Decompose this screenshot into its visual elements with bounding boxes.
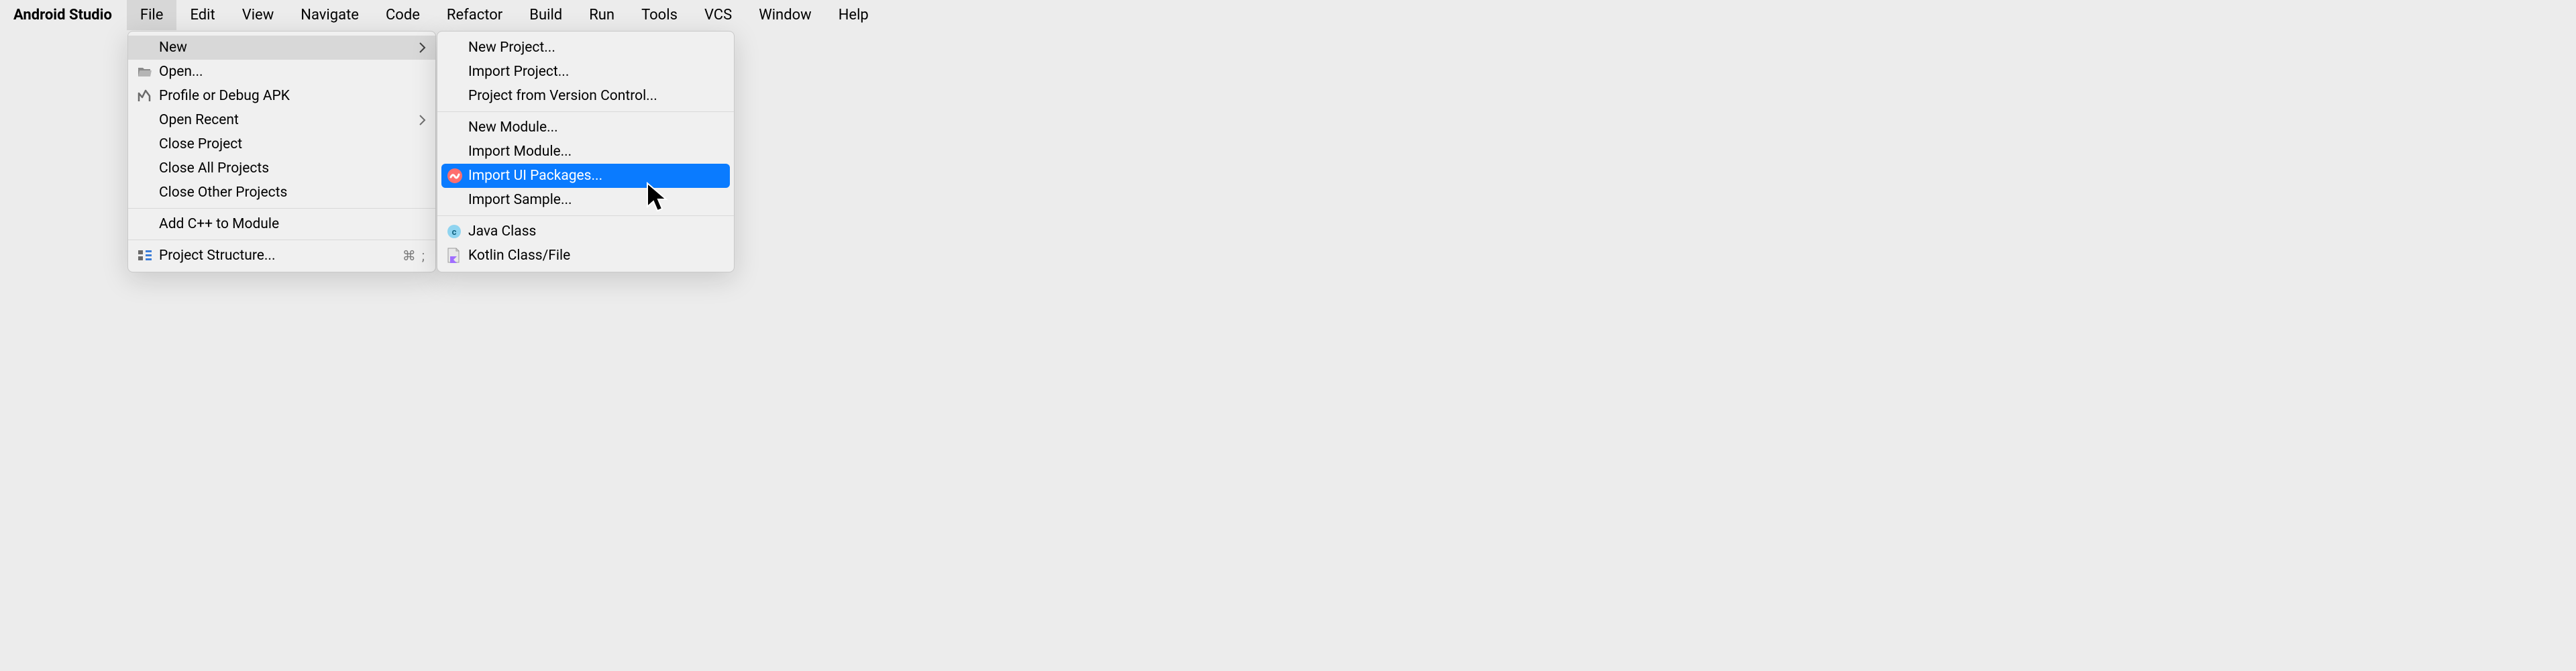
app-name: Android Studio — [10, 7, 127, 23]
new-menu-import-project[interactable]: Import Project... — [437, 60, 734, 84]
menu-item-label: Import Sample... — [468, 192, 724, 208]
menu-separator — [437, 111, 734, 112]
menu-navigate[interactable]: Navigate — [287, 0, 372, 30]
menu-edit[interactable]: Edit — [176, 0, 228, 30]
menu-tools[interactable]: Tools — [628, 0, 691, 30]
menu-item-label: Profile or Debug APK — [159, 88, 426, 104]
menu-item-label: Open... — [159, 64, 426, 80]
file-menu-open[interactable]: Open... — [128, 60, 435, 84]
menu-item-label: New Module... — [468, 119, 724, 136]
new-menu-import-module[interactable]: Import Module... — [437, 140, 734, 164]
chevron-right-icon — [419, 115, 426, 125]
menu-item-label: Close Other Projects — [159, 185, 426, 201]
folder-open-icon — [138, 66, 159, 78]
menu-window[interactable]: Window — [745, 0, 825, 30]
new-menu-new-project[interactable]: New Project... — [437, 36, 734, 60]
file-menu-add-cpp-module[interactable]: Add C++ to Module — [128, 212, 435, 236]
new-menu-new-module[interactable]: New Module... — [437, 115, 734, 140]
menubar: Android Studio File Edit View Navigate C… — [0, 0, 2576, 30]
menu-vcs[interactable]: VCS — [691, 0, 745, 30]
menu-run[interactable]: Run — [576, 0, 628, 30]
new-menu-project-from-vcs[interactable]: Project from Version Control... — [437, 84, 734, 108]
file-menu-dropdown: New Open... Profile or Debug APK Open Re… — [127, 31, 436, 272]
file-menu-close-other-projects[interactable]: Close Other Projects — [128, 180, 435, 205]
menu-file[interactable]: File — [127, 0, 177, 30]
menu-item-label: Close All Projects — [159, 160, 426, 176]
file-menu-close-all-projects[interactable]: Close All Projects — [128, 156, 435, 180]
menu-item-label: Project Structure... — [159, 248, 402, 264]
menu-item-label: New — [159, 40, 419, 56]
new-submenu-dropdown: New Project... Import Project... Project… — [437, 31, 735, 272]
menu-item-label: Close Project — [159, 136, 426, 152]
menu-separator — [128, 208, 435, 209]
file-menu-open-recent[interactable]: Open Recent — [128, 108, 435, 132]
file-menu-project-structure[interactable]: Project Structure... ⌘ ; — [128, 244, 435, 268]
kotlin-file-icon — [447, 248, 468, 264]
menu-item-label: Import Project... — [468, 64, 724, 80]
new-menu-import-sample[interactable]: Import Sample... — [437, 188, 734, 212]
java-class-icon: c — [447, 224, 468, 239]
menu-item-label: Kotlin Class/File — [468, 248, 724, 264]
menu-view[interactable]: View — [229, 0, 288, 30]
menu-item-label: Import UI Packages... — [468, 168, 724, 184]
menu-build[interactable]: Build — [516, 0, 576, 30]
file-menu-profile-debug-apk[interactable]: Profile or Debug APK — [128, 84, 435, 108]
menu-item-label: Import Module... — [468, 144, 724, 160]
menu-refactor[interactable]: Refactor — [433, 0, 516, 30]
menu-separator — [437, 215, 734, 216]
menu-item-label: Java Class — [468, 223, 724, 240]
svg-text:c: c — [452, 227, 457, 238]
chevron-right-icon — [419, 42, 426, 53]
new-menu-java-class[interactable]: c Java Class — [437, 219, 734, 244]
relay-icon — [447, 168, 468, 184]
shortcut-label: ⌘ ; — [402, 248, 426, 264]
file-menu-new[interactable]: New — [128, 36, 435, 60]
structure-icon — [138, 249, 159, 262]
new-menu-kotlin-class-file[interactable]: Kotlin Class/File — [437, 244, 734, 268]
new-menu-import-ui-packages[interactable]: Import UI Packages... — [441, 164, 730, 188]
menu-help[interactable]: Help — [825, 0, 882, 30]
menu-item-label: New Project... — [468, 40, 724, 56]
menu-item-label: Add C++ to Module — [159, 216, 426, 232]
menu-item-label: Open Recent — [159, 112, 419, 128]
file-menu-close-project[interactable]: Close Project — [128, 132, 435, 156]
profile-icon — [138, 89, 159, 103]
menu-item-label: Project from Version Control... — [468, 88, 724, 104]
menu-code[interactable]: Code — [372, 0, 433, 30]
